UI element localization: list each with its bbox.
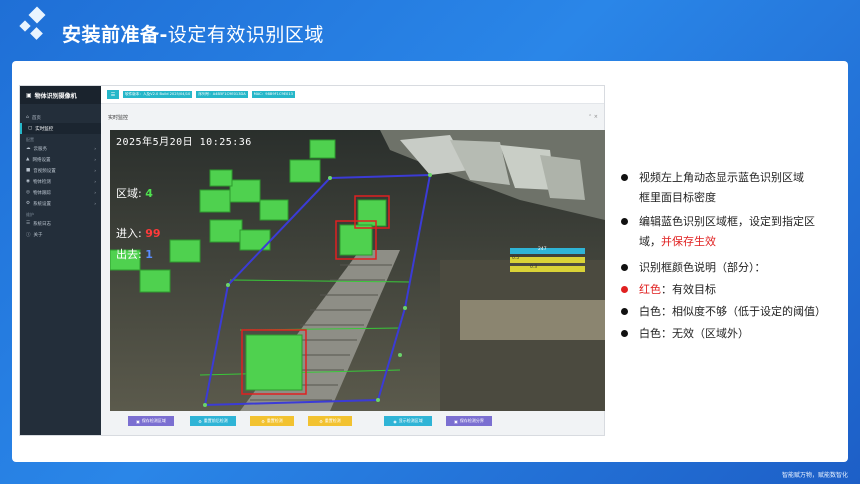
out-count: 出去: 1 xyxy=(116,248,153,261)
sidebar-item-label: 物体检测 xyxy=(32,179,51,185)
mac-badge: MAC：98B9F1C9E013 xyxy=(251,91,295,98)
detect-icon: ◉ xyxy=(26,179,30,184)
bar-value-1: 247 xyxy=(538,247,547,252)
sidebar-item-about[interactable]: ⓘ 关于 xyxy=(20,229,101,240)
zone-count: 区域: 4 xyxy=(116,187,153,200)
settings-icon: ⚙ xyxy=(26,201,31,206)
action-buttons: ▣ 保存检测区域 ⚙ 重置前后检测 ⚙ 重置检测 ⚙ 重置检测 ◉ 显示检测区域 ▣ 保存检… xyxy=(128,416,608,428)
chevron-right-icon: › xyxy=(94,201,96,206)
bullet-icon xyxy=(621,174,628,181)
app-sidebar: ▣ 物体识别摄像机 ⌂ 首页 ▢ 实时监控 配置 ☁ 云服务 › ▲ 网络设置 › ■ 音视频… xyxy=(20,86,101,435)
save-boundary-button[interactable]: ▣ 保存检测分界 xyxy=(446,416,492,426)
sidebar-item-home[interactable]: ⌂ 首页 xyxy=(20,112,101,123)
list-item-text-cont: 框里面目标密度 xyxy=(639,191,716,204)
panel-title: 实时监控 xyxy=(108,115,129,121)
panel-controls[interactable]: ⌃ × xyxy=(588,114,598,120)
app-screenshot: ▣ 物体识别摄像机 ⌂ 首页 ▢ 实时监控 配置 ☁ 云服务 › ▲ 网络设置 › ■ 音视频… xyxy=(19,85,605,436)
in-count: 进入: 99 xyxy=(116,227,161,240)
bullet-icon xyxy=(621,308,628,315)
zone-count-label: 区域 xyxy=(116,187,138,200)
list-item-text: 白色：相似度不够（低于设定的阈值） xyxy=(639,305,826,318)
slide-footer: 智能赋万物，赋能数智化 xyxy=(781,472,848,479)
list-item-text-cont: 域，并保存生效 xyxy=(639,235,716,248)
monitor-icon: ▢ xyxy=(28,126,33,131)
eye-icon: ◉ xyxy=(393,418,397,424)
log-icon: ☰ xyxy=(26,221,31,226)
slide-title-bold: 安装前准备- xyxy=(62,24,168,46)
bullet-icon xyxy=(621,330,628,337)
slide-title: 安装前准备-设定有效识别区域 xyxy=(62,20,324,47)
list-item-text: 编辑蓝色识别区域框，设定到指定区 xyxy=(639,215,815,228)
bullet-icon xyxy=(621,264,628,271)
home-icon: ⌂ xyxy=(26,115,29,120)
sidebar-item-label: 系统日志 xyxy=(33,221,52,227)
serial-badge: 序列号：A4B5F1C9E013DA xyxy=(196,91,248,98)
chevron-right-icon: › xyxy=(94,190,96,195)
chevron-right-icon: › xyxy=(94,168,96,173)
list-item-text: 识别框颜色说明（部分）： xyxy=(639,261,766,274)
list-item-text: 白色：无效（区域外） xyxy=(639,327,749,340)
sidebar-item-label: 物体跟踪 xyxy=(32,190,51,196)
out-count-value: 1 xyxy=(145,248,153,261)
sidebar-item-label: 实时监控 xyxy=(35,126,54,132)
sidebar-item-network[interactable]: ▲ 网络设置 › xyxy=(20,154,101,165)
chevron-right-icon: › xyxy=(94,157,96,162)
reset-inout-button[interactable]: ⚙ 重置前后检测 xyxy=(190,416,236,426)
sidebar-item-track[interactable]: ◎ 物体跟踪 › xyxy=(20,187,101,198)
hamburger-icon[interactable]: ☰ xyxy=(107,90,119,99)
save-icon: ▣ xyxy=(136,418,140,424)
in-count-label: 进入 xyxy=(116,227,138,240)
bar-value-2: 0.5 xyxy=(512,256,520,261)
sidebar-item-label: 网络设置 xyxy=(32,157,51,163)
track-icon: ◎ xyxy=(26,190,30,195)
cloud-icon: ☁ xyxy=(26,146,31,151)
sidebar-item-video[interactable]: ■ 音视频设置 › xyxy=(20,165,101,176)
slide-title-rest: 设定有效识别区域 xyxy=(167,24,324,46)
sidebar-section-config: 配置 xyxy=(26,137,34,142)
in-count-value: 99 xyxy=(145,227,161,240)
network-icon: ▲ xyxy=(26,157,30,162)
show-zone-button[interactable]: ◉ 显示检测区域 xyxy=(384,416,432,426)
info-icon: ⓘ xyxy=(26,232,31,238)
sidebar-item-monitor[interactable]: ▢ 实时监控 xyxy=(20,123,101,134)
sidebar-item-label: 云服务 xyxy=(33,146,48,152)
reset-detect-button-2[interactable]: ⚙ 重置检测 xyxy=(308,416,352,426)
highlight-text: 并保存生效 xyxy=(661,235,716,248)
sidebar-item-label: 首页 xyxy=(31,115,41,121)
reset-icon: ⚙ xyxy=(261,418,265,424)
video-feed[interactable]: 2025年5月20日 10:25:36 区域: 4 进入: 99 出去: 1 2… xyxy=(110,130,605,411)
sidebar-section-maintenance: 维护 xyxy=(26,212,34,217)
app-brand: ▣ 物体识别摄像机 xyxy=(20,86,101,104)
video-scene xyxy=(110,130,605,411)
app-name: 物体识别摄像机 xyxy=(34,92,77,100)
app-topbar: ☰ 软件版本：人及V2.0 Build 2025/04/10 序列号：A4B5F… xyxy=(101,86,604,104)
sidebar-item-label: 系统设置 xyxy=(33,201,52,207)
sidebar-item-settings[interactable]: ⚙ 系统设置 › xyxy=(20,198,101,209)
chevron-right-icon: › xyxy=(94,146,96,151)
sidebar-item-label: 关于 xyxy=(33,232,43,238)
reset-icon: ⚙ xyxy=(198,418,202,424)
save-icon: ▣ xyxy=(454,418,458,424)
bullet-icon xyxy=(621,286,628,293)
out-count-label: 出去 xyxy=(116,248,138,261)
list-item-text: 红色：有效目标 xyxy=(639,283,716,296)
chevron-right-icon: › xyxy=(94,179,96,184)
sidebar-item-cloud[interactable]: ☁ 云服务 › xyxy=(20,143,101,154)
bar-value-3: 0.3 xyxy=(530,265,538,270)
reset-detect-button-1[interactable]: ⚙ 重置检测 xyxy=(250,416,294,426)
version-badge: 软件版本：人及V2.0 Build 2025/04/10 xyxy=(123,91,193,98)
save-zone-button[interactable]: ▣ 保存检测区域 xyxy=(128,416,174,426)
reset-icon: ⚙ xyxy=(319,418,323,424)
slide-logo xyxy=(14,6,52,46)
zone-count-value: 4 xyxy=(145,187,153,200)
sidebar-item-label: 音视频设置 xyxy=(33,168,56,174)
sidebar-item-detect[interactable]: ◉ 物体检测 › xyxy=(20,176,101,187)
camera-icon: ▣ xyxy=(26,91,32,99)
video-icon: ■ xyxy=(26,168,31,173)
list-item-text: 视频左上角动态显示蓝色识别区域 xyxy=(639,171,804,184)
bullet-icon xyxy=(621,218,628,225)
sidebar-item-log[interactable]: ☰ 系统日志 xyxy=(20,218,101,229)
video-timestamp: 2025年5月20日 10:25:36 xyxy=(116,137,252,148)
